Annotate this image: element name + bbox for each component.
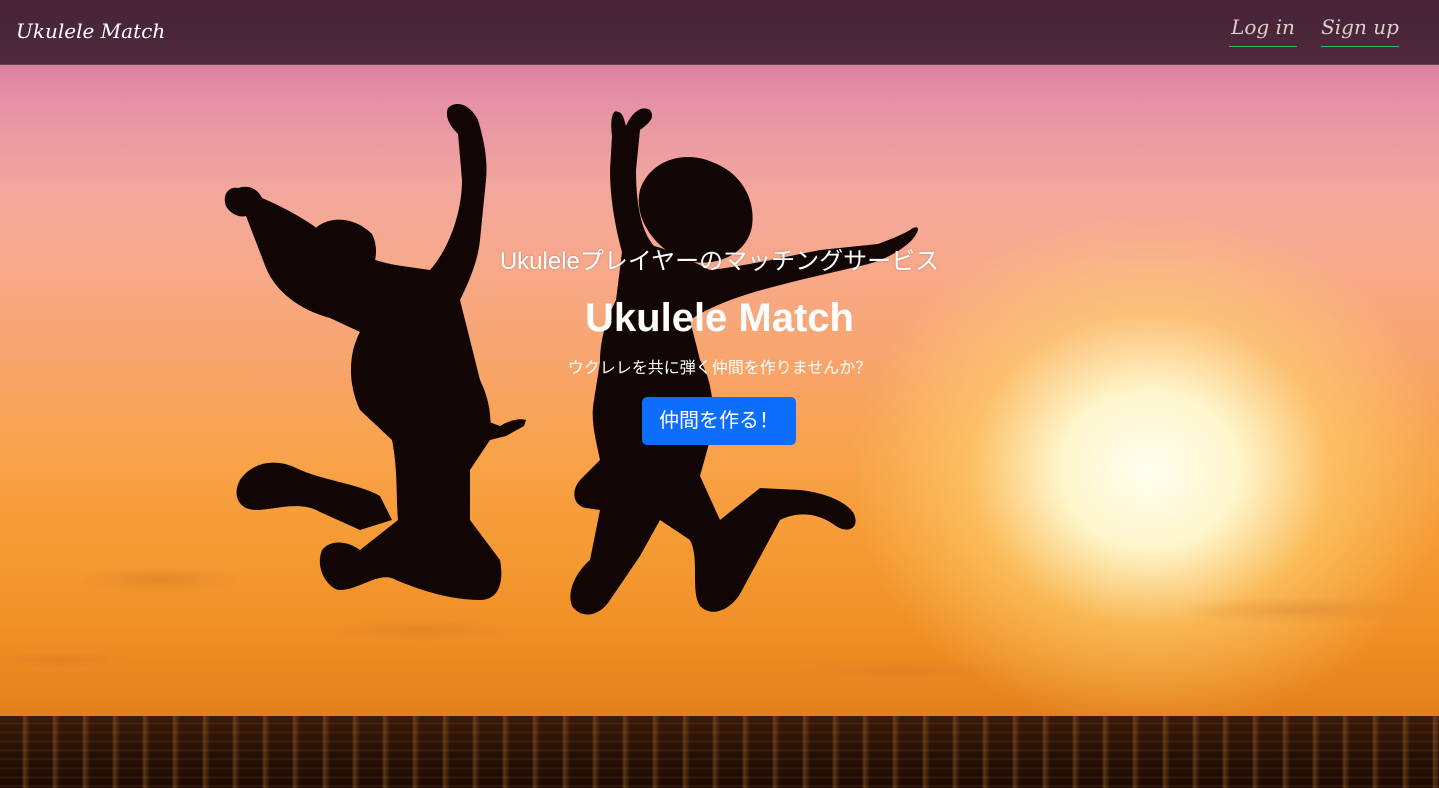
login-link[interactable]: Log in	[1229, 10, 1297, 47]
hero-tagline: Ukuleleプレイヤーのマッチングサービス	[499, 248, 940, 275]
hero-subtitle: ウクレレを共に弾く仲間を作りませんか？	[567, 360, 872, 377]
landing-page: Ukulele Match Log in Sign up Ukuleleプレイヤ…	[0, 0, 1439, 788]
hero-title: Ukulele Match	[585, 296, 854, 340]
brand-logo-link[interactable]: Ukulele Match	[16, 16, 165, 46]
make-friends-button[interactable]: 仲間を作る！	[642, 397, 796, 445]
top-navbar: Ukulele Match Log in Sign up	[0, 0, 1439, 65]
hero-content: Ukuleleプレイヤーのマッチングサービス Ukulele Match ウクレ…	[0, 0, 1439, 788]
signup-link[interactable]: Sign up	[1321, 10, 1399, 47]
